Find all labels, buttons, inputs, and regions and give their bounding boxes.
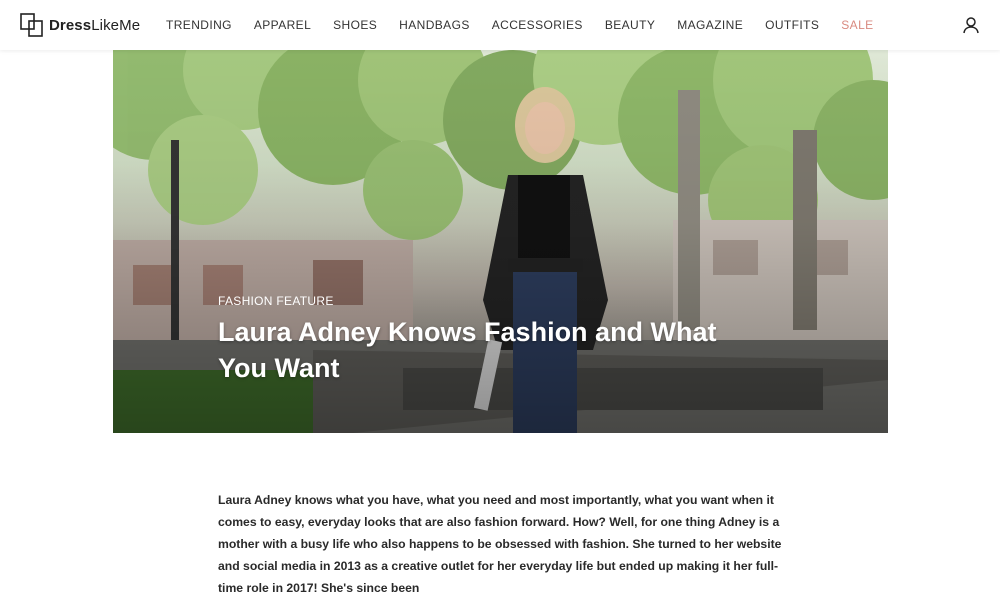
logo-mark-icon — [20, 13, 43, 37]
hero-banner[interactable]: FASHION FEATURE Laura Adney Knows Fashio… — [113, 50, 888, 433]
nav-item-magazine[interactable]: MAGAZINE — [677, 18, 743, 32]
site-logo[interactable]: DressLikeMe — [20, 13, 140, 37]
nav-item-trending[interactable]: TRENDING — [166, 18, 232, 32]
nav-item-sale[interactable]: SALE — [841, 18, 873, 32]
nav-item-apparel[interactable]: APPAREL — [254, 18, 311, 32]
nav-item-shoes[interactable]: SHOES — [333, 18, 377, 32]
nav-item-accessories[interactable]: ACCESSORIES — [492, 18, 583, 32]
user-icon — [963, 17, 979, 34]
hero-title[interactable]: Laura Adney Knows Fashion and What You W… — [218, 314, 758, 386]
logo-text: DressLikeMe — [49, 17, 140, 34]
nav-item-outfits[interactable]: OUTFITS — [765, 18, 819, 32]
article-body: Laura Adney knows what you have, what yo… — [218, 493, 782, 595]
site-header: DressLikeMe TRENDING APPAREL SHOES HANDB… — [0, 0, 1000, 50]
main-nav: TRENDING APPAREL SHOES HANDBAGS ACCESSOR… — [166, 0, 896, 50]
user-account-button[interactable] — [962, 16, 980, 34]
logo-text-bold: Dress — [49, 16, 92, 34]
nav-item-handbags[interactable]: HANDBAGS — [399, 18, 470, 32]
logo-text-regular: LikeMe — [91, 16, 141, 34]
hero-category-label[interactable]: FASHION FEATURE — [218, 294, 334, 308]
nav-item-beauty[interactable]: BEAUTY — [605, 18, 655, 32]
